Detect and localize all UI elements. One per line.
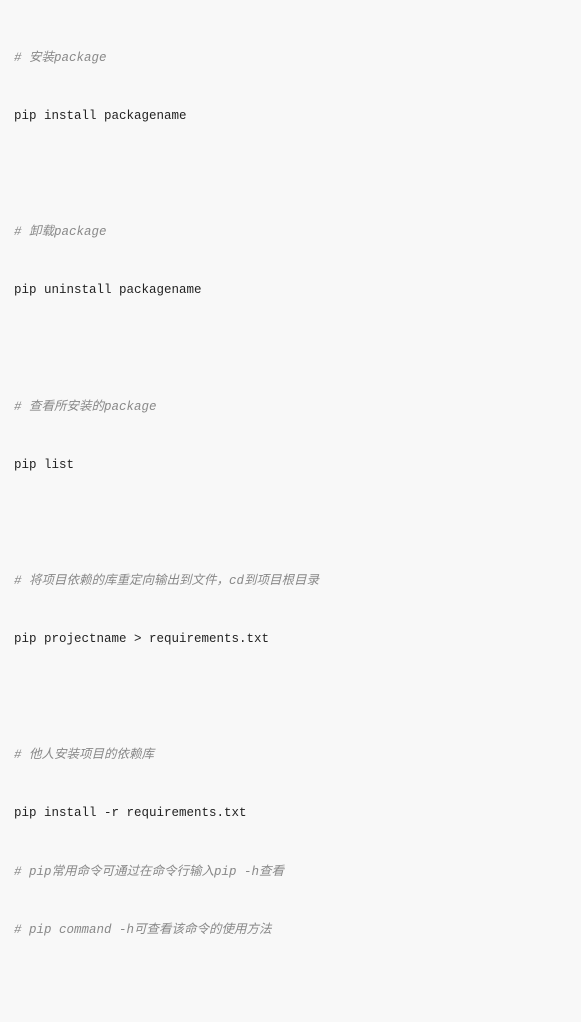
line-blank-3 (14, 514, 567, 533)
code-content: # 安装package pip install packagename # 卸载… (14, 10, 567, 1022)
line-list: pip list (14, 456, 567, 475)
line-comment-7: # pip command -h可查看该命令的使用方法 (14, 921, 567, 940)
line-install: pip install packagename (14, 107, 567, 126)
line-comment-3: # 查看所安装的package (14, 398, 567, 417)
line-redirect: pip projectname > requirements.txt (14, 630, 567, 649)
line-comment-1: # 安装package (14, 49, 567, 68)
line-comment-2: # 卸载package (14, 223, 567, 242)
line-comment-6: # pip常用命令可通过在命令行输入pip -h查看 (14, 863, 567, 882)
line-blank-2 (14, 339, 567, 358)
line-blank-4 (14, 688, 567, 707)
line-install-r: pip install -r requirements.txt (14, 804, 567, 823)
line-comment-4: # 将项目依赖的库重定向输出到文件，cd到项目根目录 (14, 572, 567, 591)
line-blank-1 (14, 165, 567, 184)
line-uninstall: pip uninstall packagename (14, 281, 567, 300)
line-blank-5 (14, 979, 567, 998)
line-comment-5: # 他人安装项目的依赖库 (14, 746, 567, 765)
